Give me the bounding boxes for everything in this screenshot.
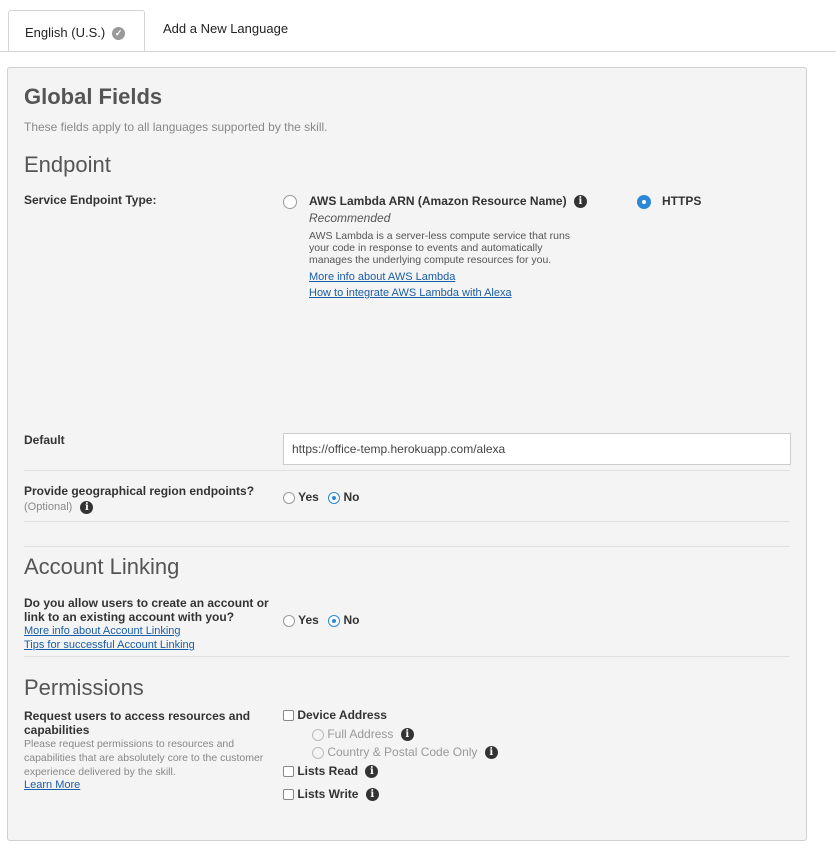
geo-region-label: Provide geographical region endpoints?: [24, 484, 255, 498]
https-radio[interactable]: [637, 193, 651, 211]
country-postal-label: Country & Postal Code Only: [327, 745, 478, 759]
info-icon[interactable]: i: [573, 195, 587, 209]
country-postal-option[interactable]: Country & Postal Code Only i: [312, 745, 498, 760]
geo-optional-text: (Optional): [24, 501, 73, 513]
account-linking-yes-radio[interactable]: [283, 614, 295, 627]
geo-no-label[interactable]: No: [344, 490, 360, 504]
recommended-text: Recommended: [309, 211, 391, 225]
lambda-option-label: AWS Lambda ARN (Amazon Resource Name): [309, 194, 567, 208]
full-address-label: Full Address: [327, 727, 394, 741]
link-more-info-lambda[interactable]: More info about AWS Lambda: [309, 269, 455, 285]
geo-optional: (Optional) i: [24, 500, 94, 514]
lambda-description: AWS Lambda is a server-less compute serv…: [309, 230, 571, 266]
divider: [24, 656, 790, 657]
lists-read-label: Lists Read: [297, 764, 359, 778]
info-icon[interactable]: i: [400, 728, 414, 742]
geo-options: Yes No: [283, 490, 360, 504]
tab-english-us[interactable]: English (U.S.) ✓: [8, 10, 145, 52]
lists-write-label: Lists Write: [297, 787, 359, 801]
check-circle-icon: ✓: [112, 27, 126, 41]
tab-english-us-label: English (U.S.): [25, 25, 106, 40]
page-subtitle: These fields apply to all languages supp…: [24, 120, 328, 134]
divider: [24, 546, 790, 547]
language-tabs: English (U.S.) ✓ Add a New Language: [0, 0, 836, 52]
account-linking-options: Yes No: [283, 613, 360, 627]
lists-read-checkbox[interactable]: [283, 766, 294, 778]
global-fields-panel: Global Fields These fields apply to all …: [7, 67, 807, 841]
geo-no-radio[interactable]: [328, 491, 341, 504]
tabs-divider: [0, 51, 836, 52]
geo-yes-radio[interactable]: [283, 491, 295, 504]
link-tips-account-linking[interactable]: Tips for successful Account Linking: [24, 637, 195, 653]
info-icon[interactable]: i: [365, 765, 379, 779]
https-option-label[interactable]: HTTPS: [662, 194, 701, 208]
device-address-option[interactable]: Device Address: [283, 708, 387, 722]
lists-write-checkbox[interactable]: [283, 789, 294, 801]
divider: [24, 521, 790, 522]
account-linking-question: Do you allow users to create an account …: [24, 596, 269, 624]
account-linking-no-label[interactable]: No: [344, 613, 360, 627]
link-learn-more[interactable]: Learn More: [24, 777, 80, 793]
page-title: Global Fields: [24, 84, 163, 109]
permissions-description: Please request permissions to resources …: [24, 738, 264, 778]
country-postal-radio[interactable]: [312, 746, 324, 759]
tab-add-language[interactable]: Add a New Language: [163, 10, 288, 51]
account-linking-no-radio[interactable]: [328, 614, 341, 627]
link-integrate-lambda[interactable]: How to integrate AWS Lambda with Alexa: [309, 285, 512, 301]
info-icon[interactable]: i: [484, 746, 498, 760]
divider: [24, 470, 790, 471]
lambda-radio-circle[interactable]: [283, 194, 297, 209]
permissions-request-label: Request users to access resources and ca…: [24, 709, 251, 737]
tab-add-language-label: Add a New Language: [163, 21, 289, 36]
permissions-heading: Permissions: [24, 675, 144, 700]
full-address-option[interactable]: Full Address i: [312, 727, 414, 742]
lambda-option[interactable]: AWS Lambda ARN (Amazon Resource Name) i: [309, 194, 587, 209]
default-label: Default: [24, 433, 65, 447]
account-linking-heading: Account Linking: [24, 554, 180, 579]
service-endpoint-type-label: Service Endpoint Type:: [24, 193, 157, 207]
default-endpoint-input[interactable]: [283, 433, 791, 465]
account-linking-yes-label[interactable]: Yes: [298, 613, 319, 627]
geo-yes-label[interactable]: Yes: [298, 490, 319, 504]
device-address-checkbox[interactable]: [283, 710, 294, 722]
lists-read-option[interactable]: Lists Read i: [283, 764, 379, 779]
lists-write-option[interactable]: Lists Write i: [283, 787, 379, 802]
https-radio-circle[interactable]: [637, 194, 651, 209]
full-address-radio[interactable]: [312, 728, 324, 741]
device-address-label: Device Address: [297, 708, 387, 722]
info-icon[interactable]: i: [80, 500, 94, 514]
lambda-radio[interactable]: [283, 193, 297, 211]
info-icon[interactable]: i: [365, 788, 379, 802]
endpoint-heading: Endpoint: [24, 152, 111, 177]
